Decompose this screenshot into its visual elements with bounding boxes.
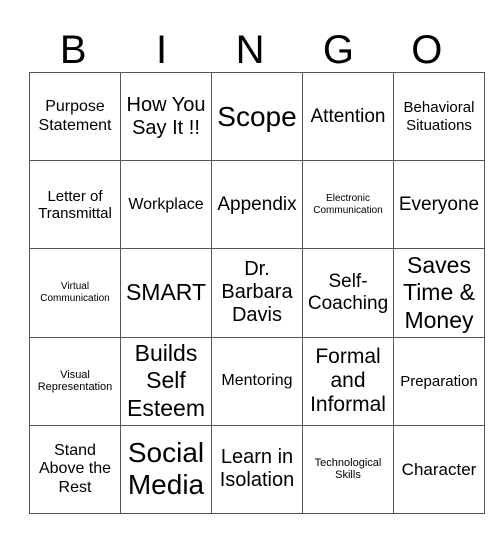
bingo-cell[interactable]: Behavioral Situations xyxy=(393,71,485,162)
bingo-cell[interactable]: Technological Skills xyxy=(302,424,394,515)
bingo-cell[interactable]: Self-Coaching xyxy=(302,248,394,338)
bingo-cell[interactable]: Letter of Transmittal xyxy=(29,160,121,250)
grid-row: Purpose Statement How You Say It !! Scop… xyxy=(29,71,485,162)
grid-row: Visual Representation Builds Self Esteem… xyxy=(29,336,485,426)
bingo-cell[interactable]: Character xyxy=(393,424,485,515)
bingo-cell[interactable]: How You Say It !! xyxy=(120,71,212,162)
bingo-cell[interactable]: Attention xyxy=(302,71,394,162)
bingo-cell[interactable]: Everyone xyxy=(393,160,485,250)
grid-row: Letter of Transmittal Workplace Appendix… xyxy=(29,160,485,250)
bingo-cell[interactable]: Scope xyxy=(211,71,303,162)
bingo-cell[interactable]: Visual Representation xyxy=(29,336,121,426)
bingo-cell[interactable]: Saves Time & Money xyxy=(393,248,485,338)
header-letter-g: G xyxy=(322,28,354,72)
bingo-cell[interactable]: Workplace xyxy=(120,160,212,250)
bingo-header: B I N G O xyxy=(29,28,471,72)
bingo-grid: Purpose Statement How You Say It !! Scop… xyxy=(29,71,485,515)
bingo-cell[interactable]: Purpose Statement xyxy=(29,71,121,162)
bingo-cell[interactable]: Preparation xyxy=(393,336,485,426)
bingo-cell[interactable]: Virtual Communication xyxy=(29,248,121,338)
bingo-cell[interactable]: Electronic Communication xyxy=(302,160,394,250)
bingo-cell[interactable]: Builds Self Esteem xyxy=(120,336,212,426)
bingo-cell[interactable]: SMART xyxy=(120,248,212,338)
header-letter-n: N xyxy=(235,28,265,72)
header-letter-i: I xyxy=(156,28,168,72)
bingo-cell[interactable]: Stand Above the Rest xyxy=(29,424,121,515)
grid-row: Stand Above the Rest Social Media Learn … xyxy=(29,424,485,515)
bingo-cell[interactable]: Mentoring xyxy=(211,336,303,426)
bingo-cell[interactable]: Social Media xyxy=(120,424,212,515)
bingo-cell[interactable]: Dr. Barbara Davis xyxy=(211,248,303,338)
header-letter-o: O xyxy=(411,28,443,72)
bingo-cell[interactable]: Appendix xyxy=(211,160,303,250)
bingo-cell[interactable]: Formal and Informal xyxy=(302,336,394,426)
grid-row: Virtual Communication SMART Dr. Barbara … xyxy=(29,248,485,338)
bingo-cell[interactable]: Learn in Isolation xyxy=(211,424,303,515)
header-letter-b: B xyxy=(59,28,87,72)
